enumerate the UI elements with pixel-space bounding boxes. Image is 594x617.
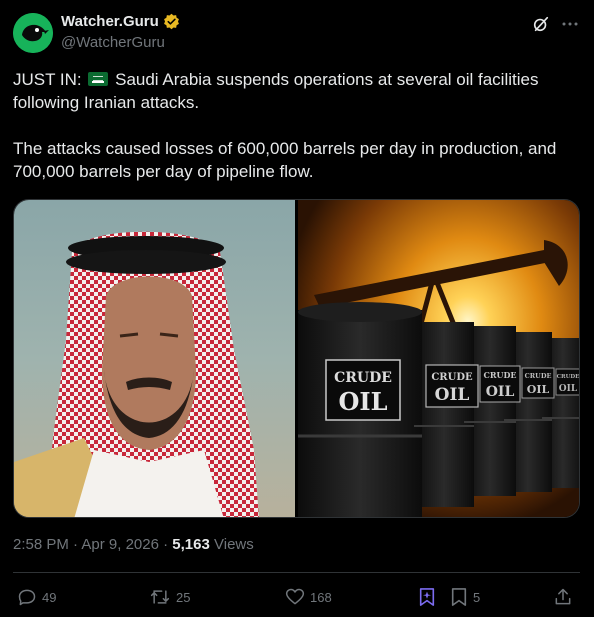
share-button[interactable] [553,587,573,607]
display-name[interactable]: Watcher.Guru [61,13,159,30]
barrel-label-top-5: CRUDE [557,374,580,380]
tweet-paragraph-1: JUST IN: Saudi Arabia suspends operation… [13,68,573,114]
bookmark-icon [451,588,467,606]
views-label: Views [214,536,254,553]
author-name-row: Watcher.Guru [61,13,180,30]
portrait-photo [14,200,295,517]
tweet-time[interactable]: 2:58 PM [13,536,69,553]
barrel-label-top-4: CRUDE [525,372,552,380]
tweet-meta: 2:58 PM · Apr 9, 2026 · 5,163 Views [13,536,254,553]
barrel-label-top-3: CRUDE [483,370,516,380]
repost-button[interactable]: 25 [149,587,190,607]
meta-separator-2: · [163,536,169,553]
tweet-text: JUST IN: Saudi Arabia suspends operation… [13,68,573,183]
oil-barrels-photo: CRUDE OIL CRUDE OIL CRUDE OIL CRUDE OIL … [298,200,580,517]
reply-icon [18,589,36,606]
repost-icon [150,590,170,604]
barrel-label-bottom-5: OIL [559,384,578,394]
tweet-prefix: JUST IN: [13,70,82,89]
reply-button[interactable]: 49 [17,587,56,607]
bookmark-button[interactable]: 5 [450,587,480,607]
heart-icon [285,588,305,605]
repost-count: 25 [176,589,191,605]
watcher-guru-logo-icon [13,13,53,53]
handle[interactable]: @WatcherGuru [61,34,165,51]
tweet-paragraph-2: The attacks caused losses of 600,000 bar… [13,139,557,181]
like-button[interactable]: 168 [285,587,332,607]
meta-separator: · [73,536,79,553]
saudi-flag-icon [88,72,109,86]
barrel-label-bottom-3: OIL [486,384,515,400]
avatar[interactable] [13,13,53,53]
grok-action-icon [419,588,435,606]
reply-count: 49 [42,589,57,605]
barrel-label-bottom-4: OIL [527,383,550,396]
like-count: 168 [310,589,332,605]
barrel-label-bottom: OIL [338,387,387,416]
tweet-media[interactable]: CRUDE OIL CRUDE OIL CRUDE OIL CRUDE OIL … [13,199,580,518]
barrel-label-bottom-2: OIL [435,385,470,405]
tweet: Watcher.Guru @WatcherGuru JUST IN: Saudi… [0,0,594,617]
tweet-date[interactable]: Apr 9, 2026 [81,536,159,553]
share-icon [555,588,571,605]
barrel-label-top-2: CRUDE [431,372,473,383]
bookmark-count: 5 [473,589,481,605]
barrel-label-top: CRUDE [334,370,392,386]
divider [13,572,580,573]
more-icon[interactable] [560,14,580,34]
grok-action-button[interactable] [418,587,436,607]
grok-icon[interactable] [532,15,550,33]
verified-badge-icon[interactable] [163,13,180,30]
views-count[interactable]: 5,163 [172,536,210,553]
